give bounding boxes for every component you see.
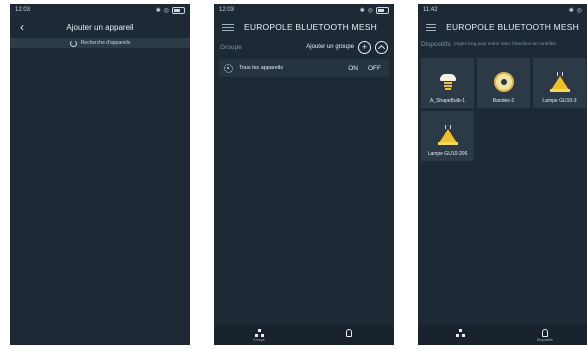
group-toolbar: Groupe Ajouter un groupe + (214, 38, 394, 56)
app-title: EUROPOLE BLUETOOTH MESH (446, 22, 579, 32)
page-header: ‹ Ajouter un appareil (10, 16, 190, 38)
group-tree-icon (455, 328, 465, 337)
spotlight-icon (437, 125, 459, 145)
status-time: 11:42 (423, 7, 438, 13)
status-bar: 12:03 ✱ ◎ (214, 4, 394, 16)
phone-screen-groups: 12:03 ✱ ◎ EUROPOLE BLUETOOTH MESH Groupe… (214, 4, 394, 345)
nav-devices[interactable]: Dispositifs (515, 328, 575, 342)
lightbulb-icon (346, 328, 352, 337)
nav-groups-label: Groupe (253, 337, 265, 342)
back-arrow-icon[interactable]: ‹ (16, 20, 28, 34)
bottom-nav: Dispositifs (418, 325, 587, 345)
group-row-all-devices[interactable]: Tous les appareils ON OFF (219, 59, 389, 77)
device-tile[interactable]: A_ShapeBulb-1 (421, 58, 474, 108)
status-icons: ✱ ◎ (569, 7, 582, 14)
bluetooth-icon: ✱ (568, 7, 574, 14)
bulb-icon (438, 72, 458, 92)
alarm-icon: ◎ (367, 7, 373, 14)
app-title: EUROPOLE BLUETOOTH MESH (244, 22, 377, 32)
chevron-up-icon[interactable] (375, 40, 388, 54)
bluetooth-icon: ✱ (155, 7, 161, 14)
led-strip-icon (493, 72, 514, 92)
devices-section-label: Dispositifs (421, 41, 451, 48)
on-off-controls: ON OFF (345, 64, 384, 73)
group-name: Tous les appareils (239, 65, 284, 71)
devices-hint: (Appui long pour entrer dans l'interface… (453, 41, 557, 46)
group-section-label: Groupe (220, 43, 242, 51)
refresh-icon (69, 39, 77, 47)
nav-devices[interactable] (319, 328, 379, 342)
scan-status-bar: Recherche d'appareils (10, 38, 190, 48)
off-button[interactable]: OFF (365, 64, 384, 73)
device-name: Bandes-2 (492, 98, 515, 104)
devices-toolbar: Dispositifs (Appui long pour entrer dans… (418, 38, 587, 56)
add-group-plus-icon[interactable]: + (358, 40, 371, 54)
settings-sliders-icon[interactable] (222, 23, 234, 32)
device-name: A_ShapeBulb-1 (429, 98, 466, 104)
page-title: Ajouter un appareil (66, 22, 134, 32)
scan-status-text: Recherche d'appareils (80, 40, 131, 46)
status-icons: ✱ ◎ (359, 6, 389, 14)
phone-screen-add-device: 12:03 ✱ ◎ ‹ Ajouter un appareil Recherch… (10, 4, 190, 345)
status-time: 12:03 (15, 7, 31, 13)
gear-icon[interactable] (224, 63, 233, 73)
settings-sliders-icon[interactable] (426, 23, 437, 32)
add-group-label[interactable]: Ajouter un groupe (306, 44, 354, 50)
battery-icon (376, 6, 389, 14)
alarm-icon: ◎ (576, 7, 582, 14)
device-tile[interactable]: Bandes-2 (477, 58, 530, 108)
device-name: Lampe GU10-3 (542, 98, 577, 104)
alarm-icon: ◎ (163, 7, 169, 14)
spotlight-icon (549, 72, 571, 92)
bluetooth-icon: ✱ (359, 7, 365, 14)
status-icons: ✱ ◎ (155, 6, 185, 14)
app-header: EUROPOLE BLUETOOTH MESH (418, 16, 587, 38)
device-tile[interactable]: Lampe GU10-206 (421, 111, 474, 161)
bottom-nav: Groupe (214, 325, 394, 345)
group-actions: Ajouter un groupe + (306, 40, 388, 54)
status-bar: 11:42 ✱ ◎ (418, 4, 587, 16)
on-button[interactable]: ON (345, 64, 361, 73)
nav-groups[interactable] (430, 328, 490, 342)
nav-devices-label: Dispositifs (536, 337, 553, 342)
device-name: Lampe GU10-206 (427, 151, 468, 157)
phone-screen-devices: 11:42 ✱ ◎ EUROPOLE BLUETOOTH MESH Dispos… (418, 4, 587, 345)
status-time: 12:03 (219, 7, 235, 13)
nav-groups[interactable]: Groupe (229, 328, 289, 342)
status-bar: 12:03 ✱ ◎ (10, 4, 190, 16)
app-header: EUROPOLE BLUETOOTH MESH (214, 16, 394, 38)
device-tile[interactable]: Lampe GU10-3 (533, 58, 586, 108)
device-grid: A_ShapeBulb-1 Bandes-2 Lampe GU10-3 Lamp… (418, 56, 587, 163)
battery-icon (172, 6, 185, 14)
group-tree-icon (254, 328, 264, 337)
lightbulb-icon (541, 328, 548, 337)
